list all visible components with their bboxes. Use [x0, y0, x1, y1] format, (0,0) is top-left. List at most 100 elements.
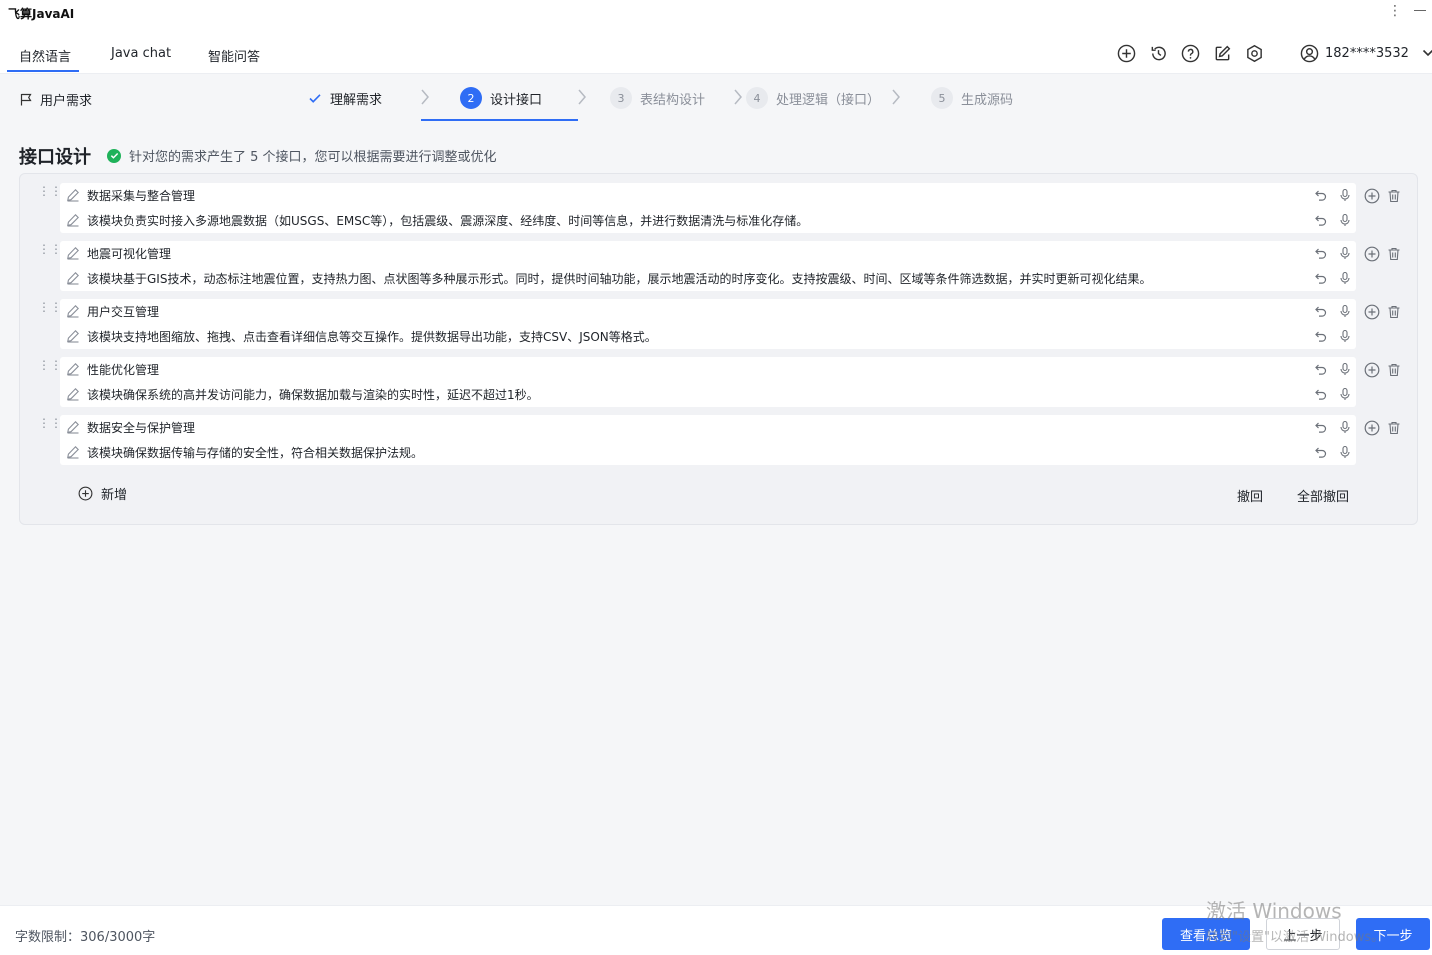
add-below-icon[interactable] [1364, 188, 1380, 204]
drag-handle-icon[interactable]: ⋮⋮ [38, 301, 62, 313]
chevron-right-icon [577, 88, 587, 106]
edit-pencil-icon[interactable] [66, 362, 80, 376]
step-5[interactable]: 5 生成源码 [931, 86, 1013, 110]
interface-name[interactable]: 数据安全与保护管理 [87, 419, 195, 436]
interface-description[interactable]: 该模块确保系统的高并发访问能力，确保数据加载与渲染的实时性，延迟不超过1秒。 [87, 386, 539, 403]
plus-circle-icon[interactable] [1116, 43, 1136, 63]
success-check-icon [107, 148, 121, 163]
interface-desc-row: 该模块负责实时接入多源地震数据（如USGS、EMSC等），包括震级、震源深度、经… [60, 208, 1356, 232]
interface-description[interactable]: 该模块负责实时接入多源地震数据（如USGS、EMSC等），包括震级、震源深度、经… [87, 212, 808, 229]
interface-card: 性能优化管理该模块确保系统的高并发访问能力，确保数据加载与渲染的实时性，延迟不超… [60, 357, 1356, 407]
tab-smart-qa[interactable]: 智能问答 [208, 46, 260, 65]
undo-icon[interactable] [1314, 213, 1328, 227]
edit-pencil-icon[interactable] [66, 213, 80, 227]
add-interface-button[interactable]: 新增 [78, 484, 127, 503]
window-minimize-icon[interactable] [1414, 10, 1426, 11]
edit-pencil-icon[interactable] [66, 420, 80, 434]
undo-button[interactable]: 撤回 [1237, 486, 1263, 505]
active-tab-indicator [7, 70, 79, 72]
interface-name[interactable]: 用户交互管理 [87, 303, 159, 320]
microphone-icon[interactable] [1338, 213, 1352, 227]
app-title: 飞算JavaAI [8, 7, 75, 21]
undo-icon[interactable] [1314, 329, 1328, 343]
interface-description[interactable]: 该模块支持地图缩放、拖拽、点击查看详细信息等交互操作。提供数据导出功能，支持CS… [87, 328, 657, 345]
undo-icon[interactable] [1314, 304, 1328, 318]
microphone-icon[interactable] [1338, 420, 1352, 434]
undo-icon[interactable] [1314, 387, 1328, 401]
microphone-icon[interactable] [1338, 304, 1352, 318]
step-1[interactable]: 理解需求 [308, 86, 382, 110]
settings-icon[interactable] [1244, 43, 1264, 63]
drag-handle-icon[interactable]: ⋮⋮ [38, 417, 62, 429]
plus-circle-icon [78, 486, 93, 501]
user-requirement-label: 用户需求 [40, 94, 93, 109]
user-menu[interactable]: 182****3532 [1300, 43, 1432, 63]
interface-name[interactable]: 地震可视化管理 [87, 245, 171, 262]
delete-icon[interactable] [1386, 362, 1402, 378]
edit-pencil-icon[interactable] [66, 188, 80, 202]
interface-description[interactable]: 该模块基于GIS技术，动态标注地震位置，支持热力图、点状图等多种展示形式。同时，… [87, 270, 1151, 287]
interface-name-row: 数据安全与保护管理 [60, 415, 1356, 439]
microphone-icon[interactable] [1338, 271, 1352, 285]
edit-pencil-icon[interactable] [66, 387, 80, 401]
undo-icon[interactable] [1314, 445, 1328, 459]
edit-icon[interactable] [1212, 43, 1232, 63]
delete-icon[interactable] [1386, 188, 1402, 204]
section-title: 接口设计 [19, 147, 91, 168]
interface-name[interactable]: 数据采集与整合管理 [87, 187, 195, 204]
undo-icon[interactable] [1314, 362, 1328, 376]
tab-natural-language[interactable]: 自然语言 [19, 46, 71, 65]
step-3[interactable]: 3 表结构设计 [610, 86, 705, 110]
chevron-right-icon [891, 88, 901, 106]
step-2[interactable]: 2 设计接口 [460, 86, 542, 110]
interface-name-row: 性能优化管理 [60, 357, 1356, 381]
add-below-icon[interactable] [1364, 362, 1380, 378]
microphone-icon[interactable] [1338, 188, 1352, 202]
edit-pencil-icon[interactable] [66, 304, 80, 318]
microphone-icon[interactable] [1338, 329, 1352, 343]
undo-icon[interactable] [1314, 188, 1328, 202]
delete-icon[interactable] [1386, 246, 1402, 262]
add-below-icon[interactable] [1364, 304, 1380, 320]
step-number: 3 [610, 87, 632, 109]
chevron-down-icon[interactable] [1421, 46, 1432, 60]
interface-card: 地震可视化管理该模块基于GIS技术，动态标注地震位置，支持热力图、点状图等多种展… [60, 241, 1356, 291]
interface-description[interactable]: 该模块确保数据传输与存储的安全性，符合相关数据保护法规。 [87, 444, 423, 461]
microphone-icon[interactable] [1338, 445, 1352, 459]
interface-item: ⋮⋮ 数据安全与保护管理该模块确保数据传输与存储的安全性，符合相关数据保护法规。 [20, 415, 1417, 465]
edit-pencil-icon[interactable] [66, 246, 80, 260]
edit-pencil-icon[interactable] [66, 329, 80, 343]
drag-handle-icon[interactable]: ⋮⋮ [38, 359, 62, 371]
delete-icon[interactable] [1386, 304, 1402, 320]
step-bar: 用户需求 理解需求 2 设计接口 3 表结构设计 4 处理逻辑（接口） 5 生成… [0, 74, 1432, 122]
interface-desc-row: 该模块确保系统的高并发访问能力，确保数据加载与渲染的实时性，延迟不超过1秒。 [60, 382, 1356, 406]
delete-icon[interactable] [1386, 420, 1402, 436]
chevron-right-icon [733, 88, 743, 106]
undo-all-button[interactable]: 全部撤回 [1297, 486, 1349, 505]
undo-icon[interactable] [1314, 271, 1328, 285]
drag-handle-icon[interactable]: ⋮⋮ [38, 185, 62, 197]
add-below-icon[interactable] [1364, 246, 1380, 262]
undo-icon[interactable] [1314, 246, 1328, 260]
history-icon[interactable] [1148, 43, 1168, 63]
add-below-icon[interactable] [1364, 420, 1380, 436]
top-nav: 自然语言 Java chat 智能问答 182****3532 [0, 26, 1432, 74]
window-more-icon[interactable]: ⋮ [1388, 3, 1402, 19]
edit-pencil-icon[interactable] [66, 445, 80, 459]
help-icon[interactable] [1180, 43, 1200, 63]
section-hint: 针对您的需求产生了 5 个接口，您可以根据需要进行调整或优化 [107, 146, 497, 165]
interface-name-row: 用户交互管理 [60, 299, 1356, 323]
microphone-icon[interactable] [1338, 387, 1352, 401]
char-limit-text: 字数限制：306/3000字 [15, 930, 156, 945]
watermark-title: 激活 Windows [1206, 899, 1342, 923]
edit-pencil-icon[interactable] [66, 271, 80, 285]
interface-name[interactable]: 性能优化管理 [87, 361, 159, 378]
drag-handle-icon[interactable]: ⋮⋮ [38, 243, 62, 255]
step-label: 处理逻辑（接口） [776, 92, 881, 108]
user-requirement-toggle[interactable]: 用户需求 [20, 90, 92, 109]
step-4[interactable]: 4 处理逻辑（接口） [746, 86, 880, 110]
tab-java-chat[interactable]: Java chat [111, 46, 171, 61]
undo-icon[interactable] [1314, 420, 1328, 434]
microphone-icon[interactable] [1338, 362, 1352, 376]
microphone-icon[interactable] [1338, 246, 1352, 260]
